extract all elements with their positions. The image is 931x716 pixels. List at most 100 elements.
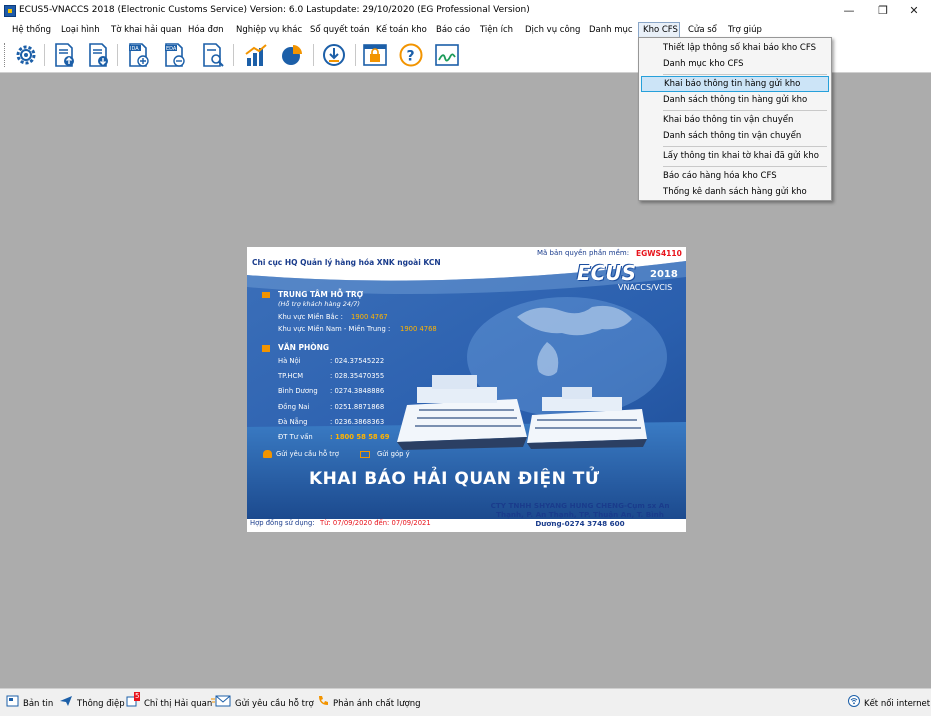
logo-year: 2018 <box>650 269 678 280</box>
menu-to-khai-hai-quan[interactable]: Tờ khai hải quan <box>107 22 186 38</box>
menu-he-thong[interactable]: Hệ thống <box>8 22 55 38</box>
menu-dich-vu-cong[interactable]: Dịch vụ công <box>521 22 584 38</box>
quality-feedback-label: Phản ánh chất lượng <box>333 699 421 709</box>
news-icon <box>6 695 19 712</box>
menu-nghiep-vu-khac[interactable]: Nghiệp vụ khác <box>232 22 306 38</box>
menu-ke-toan-kho[interactable]: Kế toán kho <box>372 22 431 38</box>
consult-phone: : 1800 58 58 69 <box>330 433 390 441</box>
document-upload-icon[interactable] <box>50 42 78 68</box>
feedback-link[interactable]: Gửi góp ý <box>377 450 410 458</box>
directive-icon: 5 <box>126 692 141 712</box>
menu-separator <box>663 146 827 147</box>
minimize-button[interactable]: — <box>832 1 866 21</box>
menu-tro-giup[interactable]: Trợ giúp <box>724 22 766 38</box>
support-subtitle: (Hỗ trợ khách hàng 24/7) <box>278 300 360 308</box>
internet-label: Kết nối internet <box>864 699 931 709</box>
menu-item-khai-bao-hang-gui-kho[interactable]: Khai báo thông tin hàng gửi kho <box>641 76 829 92</box>
toolbar-separator <box>44 44 45 66</box>
directive-button[interactable]: 5 Chỉ thị Hải quan <box>126 692 213 712</box>
menu-item-khai-bao-van-chuyen[interactable]: Khai báo thông tin vận chuyển <box>641 112 829 128</box>
license-label: Mã bản quyền phần mềm: <box>537 249 630 257</box>
news-label: Bản tin <box>23 699 54 709</box>
support-title: TRUNG TÂM HỖ TRỢ <box>278 290 364 299</box>
kho-cfs-dropdown: Thiết lập thông số khai báo kho CFS Danh… <box>638 37 832 201</box>
ecus-logo: ECUS <box>577 261 636 285</box>
svg-text:EDA: EDA <box>166 46 177 52</box>
internet-status[interactable]: Kết nối internet <box>848 695 930 709</box>
headline: KHAI BÁO HẢI QUAN ĐIỆN TỬ <box>309 469 600 489</box>
office-icon <box>262 345 270 352</box>
menu-loai-hinh[interactable]: Loại hình <box>57 22 104 38</box>
office-phone: : 0236.3868363 <box>330 418 385 426</box>
eda-remove-icon[interactable]: EDA <box>160 42 188 68</box>
phone-icon <box>317 695 329 712</box>
close-button[interactable]: ✕ <box>897 1 931 21</box>
toolbar-separator <box>233 44 234 66</box>
menu-so-quyet-toan[interactable]: Sổ quyết toán <box>306 22 374 38</box>
menu-hoa-don[interactable]: Hóa đơn <box>184 22 228 38</box>
menu-kho-cfs[interactable]: Kho CFS <box>638 22 680 38</box>
download-icon[interactable] <box>320 42 348 68</box>
menu-item-danh-sach-van-chuyen[interactable]: Danh sách thông tin vận chuyển <box>641 128 829 144</box>
company-line-1: CTY TNHH SHYANG HUNG CHENG-Cụm sx An <box>490 501 670 510</box>
support-request-button[interactable]: Gửi yêu cầu hỗ trợ <box>211 695 314 709</box>
window-title: ECUS5-VNACCS 2018 (Electronic Customs Se… <box>19 5 530 15</box>
quality-feedback-button[interactable]: Phản ánh chất lượng <box>317 695 421 709</box>
office-city: Bình Dương <box>278 387 318 395</box>
app-icon <box>4 5 16 17</box>
messages-button[interactable]: Thông điệp <box>59 695 125 709</box>
menu-separator <box>663 110 827 111</box>
menu-item-lay-thong-tin-to-khai[interactable]: Lấy thông tin khai tờ khai đã gửi kho <box>641 148 829 164</box>
menu-item-danh-sach-hang-gui-kho[interactable]: Danh sách thông tin hàng gửi kho <box>641 92 829 108</box>
office-city: Đồng Nai <box>278 403 310 411</box>
toolbar-grip[interactable] <box>4 43 7 67</box>
contract-label: Hợp đồng sử dụng: <box>250 519 315 527</box>
request-support-icon <box>263 450 272 458</box>
signature-icon[interactable] <box>433 42 461 68</box>
restore-button[interactable]: ❐ <box>866 1 900 21</box>
toolbar-separator <box>355 44 356 66</box>
office-city: Hà Nội <box>278 357 301 365</box>
menu-separator <box>663 74 827 75</box>
office-phone: : 0274.3848886 <box>330 387 385 395</box>
menu-item-bao-cao-hang-hoa[interactable]: Báo cáo hàng hóa kho CFS <box>641 168 829 184</box>
north-phone: 1900 4767 <box>351 313 388 321</box>
gear-icon[interactable] <box>12 42 40 68</box>
directive-label: Chỉ thị Hải quan <box>144 699 213 709</box>
logo-subtitle: VNACCS/VCIS <box>618 283 673 292</box>
menu-bao-cao[interactable]: Báo cáo <box>432 22 474 38</box>
document-search-icon[interactable] <box>198 42 226 68</box>
paper-plane-icon <box>59 695 73 712</box>
south-label: Khu vực Miền Nam - Miền Trung : <box>278 325 391 333</box>
toolbar-separator <box>313 44 314 66</box>
menu-item-thiet-lap-thong-so[interactable]: Thiết lập thông số khai báo kho CFS <box>641 40 829 56</box>
request-support-link[interactable]: Gửi yêu cầu hỗ trợ <box>276 450 339 458</box>
toolbar-separator <box>117 44 118 66</box>
svg-text:IDA: IDA <box>130 46 139 52</box>
lock-icon[interactable] <box>361 42 389 68</box>
south-phone: 1900 4768 <box>400 325 437 333</box>
ida-add-icon[interactable]: IDA <box>124 42 152 68</box>
north-label: Khu vực Miền Bắc : <box>278 313 343 321</box>
news-button[interactable]: Bản tin <box>6 695 53 709</box>
office-phone: : 0251.8871868 <box>330 403 385 411</box>
mail-icon <box>360 451 370 458</box>
support-request-label: Gửi yêu cầu hỗ trợ <box>235 699 314 709</box>
office-city: Đà Nẵng <box>278 418 308 426</box>
office-phone: : 024.37545222 <box>330 357 385 365</box>
menu-danh-muc[interactable]: Danh mục <box>585 22 637 38</box>
title-bar: ECUS5-VNACCS 2018 (Electronic Customs Se… <box>0 0 931 22</box>
document-download-icon[interactable] <box>84 42 112 68</box>
bar-chart-icon[interactable] <box>242 42 270 68</box>
office-city: ĐT Tư vấn <box>278 433 313 441</box>
menu-item-thong-ke-hang-gui-kho[interactable]: Thống kê danh sách hàng gửi kho <box>641 184 829 200</box>
office-city: TP.HCM <box>278 372 304 380</box>
directive-badge: 5 <box>134 692 141 701</box>
messages-label: Thông điệp <box>77 699 125 709</box>
pie-chart-icon[interactable] <box>278 42 306 68</box>
menu-cua-so[interactable]: Cửa sổ <box>684 22 721 38</box>
help-icon[interactable]: ? <box>397 42 425 68</box>
menu-tien-ich[interactable]: Tiện ích <box>476 22 517 38</box>
menu-item-danh-muc-kho-cfs[interactable]: Danh mục kho CFS <box>641 56 829 72</box>
svg-text:?: ? <box>407 49 415 65</box>
